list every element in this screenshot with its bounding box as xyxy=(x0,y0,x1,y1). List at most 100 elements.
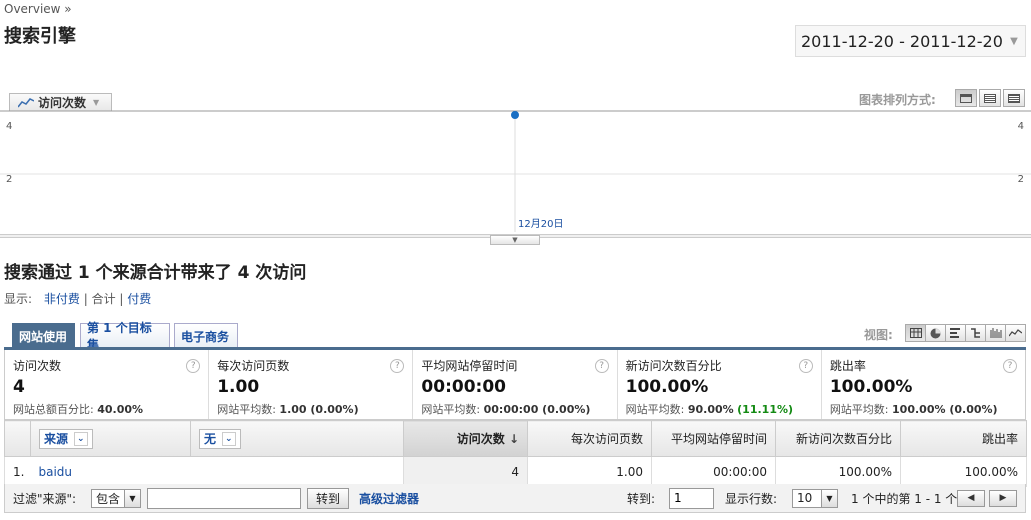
scorecard-sub: 网站平均数: 100.00% (0.00%) xyxy=(830,401,1017,417)
page-info: 1 个中的第 1 - 1 个 xyxy=(851,491,958,506)
source-link[interactable]: baidu xyxy=(39,465,73,479)
chevron-down-icon: ▼ xyxy=(821,489,837,507)
date-range-text: 2011-12-20 - 2011-12-20 xyxy=(801,31,1003,51)
scorecard-value: 4 xyxy=(13,377,25,397)
scorecard-sub-label: 网站平均数: xyxy=(625,403,685,416)
scorecard-label: 平均网站停留时间 xyxy=(421,359,518,373)
tab-ecommerce[interactable]: 电子商务 xyxy=(174,323,238,348)
table-header-row: 来源 ⌄ 无 ⌄ 访问次数 ↓ 每次访问页数 平均网站停留时间 新访问次数百分比 跳… xyxy=(4,420,1027,457)
data-point[interactable] xyxy=(511,111,519,119)
column-header-avg-time[interactable]: 平均网站停留时间 xyxy=(651,420,776,457)
chevron-down-icon: ▼ xyxy=(93,98,100,107)
chevron-left-icon: ◀ xyxy=(967,493,975,503)
comparison-icon[interactable] xyxy=(985,324,1006,342)
table-row: 1. baidu 4 1.00 00:00:00 100.00% 100.00% xyxy=(4,456,1027,487)
help-icon[interactable]: ? xyxy=(594,359,609,373)
scorecard-sub-value: 40.00% xyxy=(97,403,144,416)
primary-dimension-label: 来源 xyxy=(44,432,69,446)
scorecard-sub-value: 90.00% xyxy=(687,403,734,416)
show-label: 显示: xyxy=(4,292,33,306)
scorecard: 每次访问页数? 1.00 网站平均数: 1.00 (0.00%) xyxy=(209,350,414,419)
rows-per-page-select[interactable]: 10 ▼ xyxy=(792,488,838,508)
collapse-chart-handle[interactable]: ▼ xyxy=(490,235,540,245)
chevron-down-icon: ⌄ xyxy=(74,431,88,446)
row-index: 1. xyxy=(4,456,31,487)
chevron-down-icon: ▼ xyxy=(512,236,518,244)
table-footer: 过滤"来源": 包含 ▼ 转到 高级过滤器 转到: 显示行数: 10 ▼ 1 个… xyxy=(4,484,1026,513)
secondary-dimension-label: 无 xyxy=(204,432,217,446)
chevron-down-icon: ⌄ xyxy=(222,431,236,446)
help-icon[interactable]: ? xyxy=(1003,359,1018,373)
goto-label: 转到: xyxy=(627,491,656,506)
y-tick-label-right: 2 xyxy=(1018,174,1024,185)
page-title: 搜索引擎 xyxy=(4,26,76,47)
prev-page-button[interactable]: ◀ xyxy=(957,489,985,507)
column-header-label: 访问次数 xyxy=(456,432,505,446)
tab-goal-set-1[interactable]: 第 1 个目标集 xyxy=(80,321,170,352)
chevron-down-icon: ▼ xyxy=(124,489,140,507)
scorecard-value: 00:00:00 xyxy=(421,377,506,397)
traffic-filter-row: 显示: 非付费 | 合计 | 付费 xyxy=(4,292,152,306)
scorecard-value: 1.00 xyxy=(217,377,260,397)
rows-per-page-value: 10 xyxy=(797,491,813,505)
help-icon[interactable]: ? xyxy=(798,359,813,373)
scorecard-sub-label: 网站总额百分比: xyxy=(13,403,94,416)
column-header-label: 每次访问页数 xyxy=(570,432,643,446)
chevron-down-icon[interactable]: ▼ xyxy=(1003,26,1025,56)
new-visits-cell: 100.00% xyxy=(775,456,901,487)
y-tick-label-right: 4 xyxy=(1018,121,1024,132)
tab-label: 网站使用 xyxy=(19,329,68,344)
secondary-dimension-selector[interactable]: 无 ⌄ xyxy=(199,428,241,449)
goto-page-input[interactable] xyxy=(669,487,714,509)
pages-per-visit-cell: 1.00 xyxy=(527,456,652,487)
summary-title: 搜索通过 1 个来源合计带来了 4 次访问 xyxy=(4,263,307,283)
bounce-rate-cell: 100.00% xyxy=(900,456,1027,487)
scorecard-sub: 网站平均数: 00:00:00 (0.00%) xyxy=(421,401,608,417)
metric-selector-label: 访问次数 xyxy=(38,96,87,110)
filter-organic[interactable]: 非付费 xyxy=(44,292,80,306)
scorecard-sub-label: 网站平均数: xyxy=(829,403,889,416)
data-table: 来源 ⌄ 无 ⌄ 访问次数 ↓ 每次访问页数 平均网站停留时间 新访问次数百分比 跳… xyxy=(4,420,1027,487)
breadcrumb[interactable]: Overview » xyxy=(4,2,72,16)
source-cell: baidu xyxy=(30,456,404,487)
column-header-visits[interactable]: 访问次数 ↓ xyxy=(403,420,528,457)
visits-line-chart: 4 4 2 2 12月20日 xyxy=(0,110,1031,232)
column-header-new-visits[interactable]: 新访问次数百分比 xyxy=(775,420,901,457)
column-header-bounce-rate[interactable]: 跳出率 xyxy=(900,420,1027,457)
table-icon[interactable] xyxy=(905,324,926,342)
advanced-filter-link[interactable]: 高级过滤器 xyxy=(359,490,419,507)
filter-mode-select[interactable]: 包含 ▼ xyxy=(91,488,141,508)
tab-site-usage[interactable]: 网站使用 xyxy=(12,323,75,348)
column-header-pages-per-visit[interactable]: 每次访问页数 xyxy=(527,420,652,457)
scorecard-value: 100.00% xyxy=(625,377,709,397)
bar-icon[interactable] xyxy=(945,324,966,342)
scorecard-sub-value: 100.00% (0.00%) xyxy=(892,403,998,416)
primary-dimension-selector[interactable]: 来源 ⌄ xyxy=(39,428,93,449)
scorecard: 访问次数? 4 网站总额百分比: 40.00% xyxy=(5,350,210,419)
pivot-icon[interactable] xyxy=(965,324,986,342)
metric-selector[interactable]: 访问次数 ▼ xyxy=(9,93,112,111)
scorecard: 新访问次数百分比? 100.00% 网站平均数: 90.00% (11.11%) xyxy=(618,350,822,419)
next-page-button[interactable]: ▶ xyxy=(989,489,1017,507)
date-range-picker[interactable]: 2011-12-20 - 2011-12-20 ▼ xyxy=(795,25,1026,57)
scorecard-sub: 网站平均数: 1.00 (0.00%) xyxy=(217,401,404,417)
index-header xyxy=(4,420,31,457)
graph-mode-label: 图表排列方式: xyxy=(859,93,936,107)
filter-go-button[interactable]: 转到 xyxy=(307,487,350,509)
compact-rows-icon[interactable] xyxy=(979,89,1001,107)
scorecard-sub-extra: (11.11%) xyxy=(737,403,794,416)
pie-icon[interactable] xyxy=(925,324,946,342)
list-rows-icon[interactable] xyxy=(1003,89,1025,107)
filter-total: 合计 xyxy=(91,292,116,306)
filter-input[interactable] xyxy=(147,487,301,509)
column-header-label: 跳出率 xyxy=(981,432,1018,446)
sort-desc-icon: ↓ xyxy=(508,432,519,446)
secondary-dimension-header: 无 ⌄ xyxy=(190,420,404,457)
avg-time-cell: 00:00:00 xyxy=(651,456,776,487)
sparkline-icon[interactable] xyxy=(1005,324,1026,342)
timeline-icon[interactable] xyxy=(955,89,977,107)
filter-label: 过滤"来源": xyxy=(13,491,77,506)
scorecard-label: 新访问次数百分比 xyxy=(625,359,722,373)
filter-paid[interactable]: 付费 xyxy=(127,292,151,306)
scorecard-label: 每次访问页数 xyxy=(217,359,290,373)
